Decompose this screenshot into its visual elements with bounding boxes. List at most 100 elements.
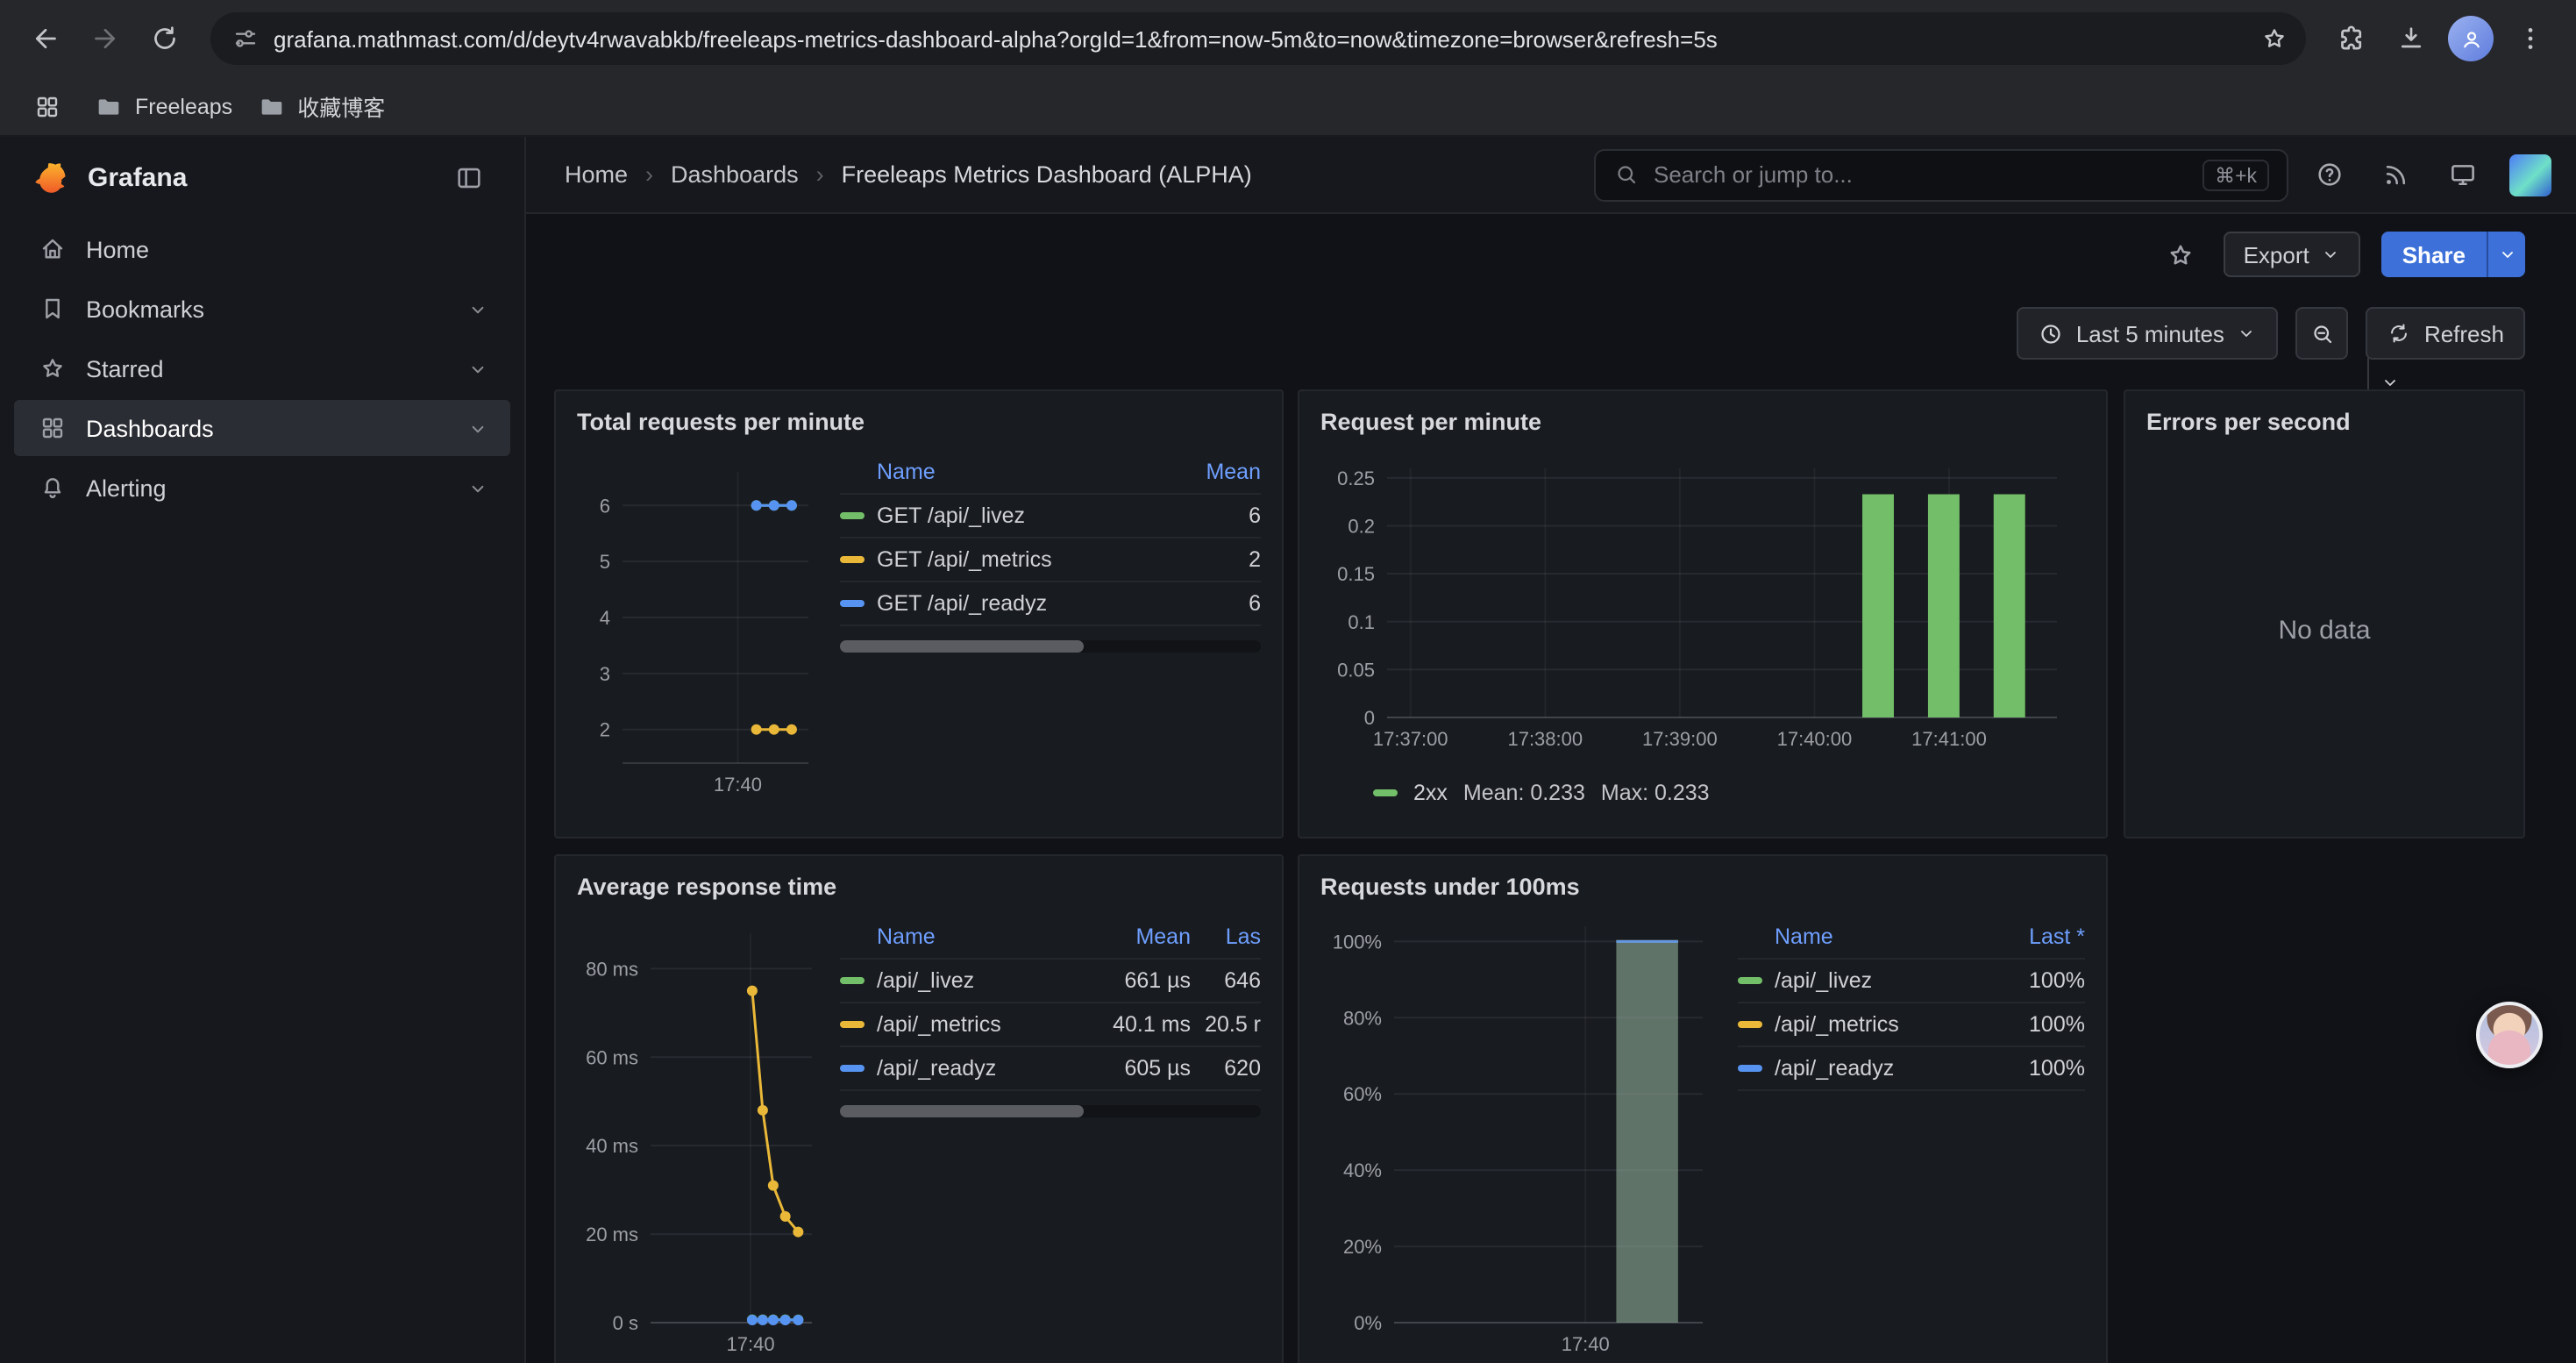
chevron-down-icon[interactable]	[466, 476, 489, 499]
time-range-picker[interactable]: Last 5 minutes	[2017, 307, 2279, 360]
legend-row[interactable]: /api/_metrics 100%	[1738, 1003, 2085, 1047]
legend-header-last[interactable]: Las	[1191, 924, 1261, 949]
refresh-icon	[2387, 321, 2412, 346]
panel-title[interactable]: Total requests per minute	[577, 402, 1261, 444]
sidebar-item-bookmarks[interactable]: Bookmarks	[14, 281, 510, 337]
series-name[interactable]: GET /api/_livez	[877, 503, 1025, 528]
reload-icon[interactable]	[137, 11, 193, 67]
svg-text:0.25: 0.25	[1337, 467, 1375, 489]
series-swatch[interactable]	[840, 600, 865, 607]
sidebar-item-alerting[interactable]: Alerting	[14, 460, 510, 516]
panel-title[interactable]: Errors per second	[2146, 402, 2502, 444]
monitor-icon[interactable]	[2436, 148, 2488, 201]
scrollbar-thumb[interactable]	[840, 640, 1084, 653]
legend-row[interactable]: /api/_readyz 605 µs 620	[840, 1047, 1261, 1091]
series-swatch[interactable]	[840, 977, 865, 984]
apps-grid-icon[interactable]	[25, 83, 70, 129]
legend-header-mean[interactable]: Mean	[1170, 460, 1261, 484]
url-text[interactable]: grafana.mathmast.com/d/deytv4rwavabkb/fr…	[274, 25, 2236, 52]
screen: grafana.mathmast.com/d/deytv4rwavabkb/fr…	[0, 0, 2576, 1363]
series-name[interactable]: 2xx	[1413, 781, 1448, 805]
series-swatch[interactable]	[840, 1021, 865, 1028]
sidebar-item-home[interactable]: Home	[14, 221, 510, 277]
search-input[interactable]: Search or jump to... ⌘+k	[1594, 148, 2288, 201]
browser-menu-icon[interactable]	[2502, 11, 2558, 67]
user-avatar[interactable]	[2509, 153, 2551, 196]
chevron-down-icon[interactable]	[466, 297, 489, 320]
series-name[interactable]: /api/_readyz	[877, 1056, 996, 1081]
bookmark-folder-freeleaps[interactable]: Freeleaps	[95, 92, 232, 120]
sidebar-item-starred[interactable]: Starred	[14, 340, 510, 396]
series-name[interactable]: /api/_metrics	[877, 1012, 1001, 1037]
export-button[interactable]: Export	[2224, 232, 2360, 277]
svg-text:17:40: 17:40	[1562, 1333, 1610, 1355]
help-icon[interactable]	[2302, 148, 2355, 201]
legend-header-name[interactable]: Name	[840, 460, 1170, 484]
legend-header-last[interactable]: Last *	[1994, 924, 2085, 949]
share-menu-chevron[interactable]	[2487, 232, 2525, 277]
panel-title[interactable]: Requests under 100ms	[1320, 867, 2085, 909]
svg-text:17:40: 17:40	[714, 774, 762, 796]
series-name[interactable]: GET /api/_metrics	[877, 547, 1052, 572]
legend-row[interactable]: /api/_metrics 40.1 ms 20.5 r	[840, 1003, 1261, 1047]
panel-title[interactable]: Request per minute	[1320, 402, 2085, 444]
breadcrumb-dashboards[interactable]: Dashboards	[671, 161, 799, 188]
refresh-button[interactable]: Refresh	[2366, 307, 2525, 360]
series-swatch[interactable]	[840, 556, 865, 563]
legend-header-mean[interactable]: Mean	[1099, 924, 1191, 949]
zoom-out-button[interactable]	[2296, 307, 2349, 360]
series-swatch[interactable]	[1738, 1021, 1762, 1028]
series-name[interactable]: /api/_readyz	[1775, 1056, 1894, 1081]
share-label[interactable]: Share	[2381, 232, 2487, 277]
legend-header-name[interactable]: Name	[840, 924, 1099, 949]
panel-errors-per-second: Errors per second No data	[2124, 389, 2525, 838]
svg-text:17:37:00: 17:37:00	[1373, 728, 1448, 750]
horizontal-scrollbar[interactable]	[840, 1105, 1261, 1117]
horizontal-scrollbar[interactable]	[840, 640, 1261, 653]
svg-text:3: 3	[600, 663, 610, 685]
bookmark-star-icon[interactable]	[2250, 14, 2299, 63]
favorite-star-icon[interactable]	[2158, 232, 2203, 277]
site-info-icon[interactable]	[231, 25, 260, 53]
address-bar[interactable]: grafana.mathmast.com/d/deytv4rwavabkb/fr…	[210, 12, 2306, 65]
line-chart[interactable]: 2345617:40	[577, 444, 826, 816]
panel-title[interactable]: Average response time	[577, 867, 1261, 909]
assistant-avatar[interactable]	[2476, 1002, 2543, 1068]
line-chart[interactable]: 0 s20 ms40 ms60 ms80 ms17:40	[577, 909, 826, 1363]
bar-chart[interactable]: 0%20%40%60%80%100%17:40	[1320, 909, 1724, 1363]
series-name[interactable]: GET /api/_readyz	[877, 591, 1047, 616]
zoom-out-icon	[2309, 320, 2336, 346]
back-icon[interactable]	[18, 11, 74, 67]
sidebar-item-dashboards[interactable]: Dashboards	[14, 400, 510, 456]
extensions-icon[interactable]	[2323, 11, 2380, 67]
series-last: 20.5 r	[1191, 1012, 1261, 1037]
breadcrumb-home[interactable]: Home	[565, 161, 628, 188]
dock-menu-icon[interactable]	[444, 153, 493, 202]
legend-row[interactable]: /api/_livez 100%	[1738, 960, 2085, 1003]
bookmark-folder-blogs[interactable]: 收藏博客	[257, 89, 385, 123]
series-swatch[interactable]	[1738, 1065, 1762, 1072]
series-swatch[interactable]	[1373, 789, 1398, 796]
series-swatch[interactable]	[1738, 977, 1762, 984]
series-swatch[interactable]	[840, 512, 865, 519]
forward-icon[interactable]	[77, 11, 133, 67]
grafana-logo[interactable]	[32, 158, 70, 196]
bar-chart[interactable]: 00.050.10.150.20.2517:37:0017:38:0017:39…	[1320, 444, 2085, 770]
scrollbar-thumb[interactable]	[840, 1105, 1084, 1117]
profile-avatar[interactable]	[2443, 11, 2499, 67]
series-swatch[interactable]	[840, 1065, 865, 1072]
chevron-down-icon[interactable]	[466, 417, 489, 439]
downloads-icon[interactable]	[2383, 11, 2439, 67]
legend-row[interactable]: GET /api/_livez 6	[840, 495, 1261, 539]
series-name[interactable]: /api/_livez	[877, 968, 974, 993]
share-button[interactable]: Share	[2381, 232, 2525, 277]
legend-row[interactable]: /api/_readyz 100%	[1738, 1047, 2085, 1091]
chevron-down-icon[interactable]	[466, 357, 489, 380]
legend-row[interactable]: GET /api/_readyz 6	[840, 582, 1261, 626]
series-name[interactable]: /api/_livez	[1775, 968, 1872, 993]
legend-row[interactable]: /api/_livez 661 µs 646	[840, 960, 1261, 1003]
rss-icon[interactable]	[2369, 148, 2422, 201]
series-name[interactable]: /api/_metrics	[1775, 1012, 1899, 1037]
legend-row[interactable]: GET /api/_metrics 2	[840, 539, 1261, 582]
legend-header-name[interactable]: Name	[1738, 924, 1994, 949]
